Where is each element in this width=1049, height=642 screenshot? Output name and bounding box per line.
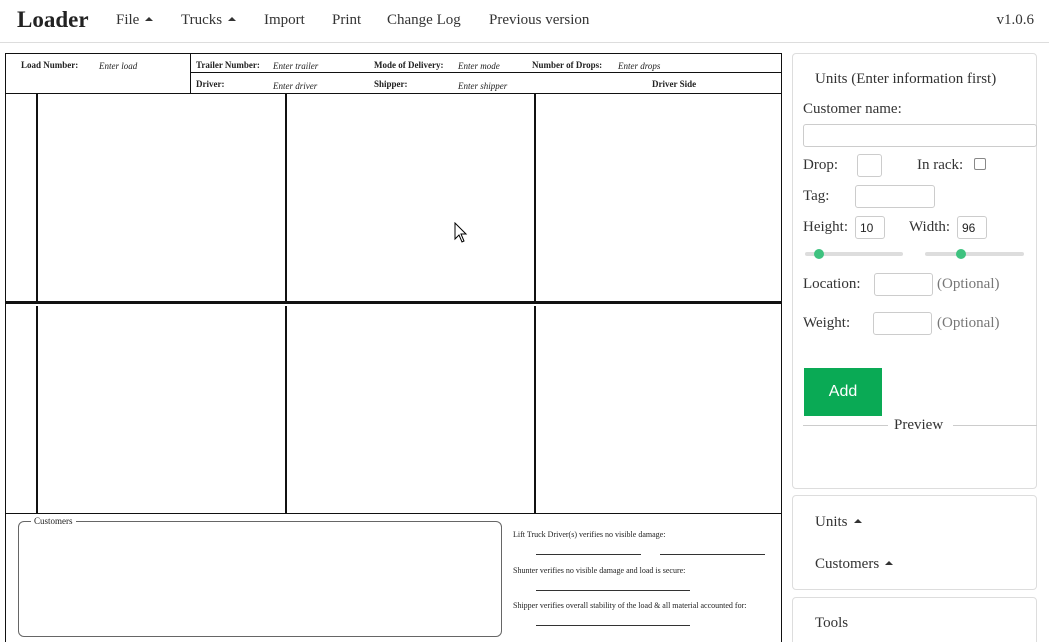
tools-collapsible-toggle[interactable]: Tools [815, 615, 848, 632]
caret-up-icon [885, 561, 894, 565]
driver-side-label: Driver Side [652, 79, 697, 89]
number-of-drops-field[interactable]: Enter drops [618, 61, 660, 71]
units-form-panel: Units (Enter information first) Customer… [792, 53, 1037, 489]
grid-divider [285, 94, 287, 301]
tag-input[interactable] [855, 185, 935, 208]
tag-label: Tag: [803, 188, 830, 204]
weight-input[interactable] [873, 312, 932, 335]
preview-divider [803, 425, 888, 426]
customers-legend: Customers [31, 516, 76, 526]
grid-divider [534, 94, 536, 301]
shunter-verification-text: Shunter verifies no visible damage and l… [513, 566, 686, 575]
driver-field[interactable]: Enter driver [273, 81, 317, 91]
mode-of-delivery-label: Mode of Delivery: [374, 60, 444, 70]
grid-divider [285, 306, 287, 513]
location-optional-hint: (Optional) [937, 276, 1000, 292]
customer-name-label: Customer name: [803, 101, 902, 117]
signature-line [660, 554, 765, 555]
location-label: Location: [803, 276, 861, 292]
app-title: Loader [17, 7, 89, 32]
load-number-field[interactable]: Enter load [99, 61, 137, 71]
width-label: Width: [909, 219, 951, 235]
trailer-number-label: Trailer Number: [196, 60, 260, 70]
in-rack-label: In rack: [917, 157, 964, 173]
trailer-grid-bottom[interactable] [6, 306, 781, 514]
signature-line [536, 554, 641, 555]
shipper-field[interactable]: Enter shipper [458, 81, 507, 91]
mouse-cursor-icon [454, 222, 468, 243]
signature-line [536, 625, 690, 626]
shipper-label: Shipper: [374, 79, 408, 89]
shipper-verification-text: Shipper verifies overall stability of th… [513, 601, 747, 610]
add-unit-button[interactable]: Add [804, 368, 882, 416]
preview-divider [953, 425, 1037, 426]
nav-trucks-label: Trucks [181, 12, 223, 28]
version-label: v1.0.6 [996, 12, 1035, 28]
header-divider [190, 72, 781, 73]
caret-up-icon [853, 519, 862, 523]
weight-label: Weight: [803, 315, 851, 331]
location-input[interactable] [874, 273, 933, 296]
signature-line [536, 590, 690, 591]
tools-panel: Tools [792, 597, 1037, 642]
nav-trucks-menu[interactable]: Trucks [181, 12, 237, 29]
width-input[interactable] [957, 216, 987, 239]
mode-of-delivery-field[interactable]: Enter mode [458, 61, 500, 71]
in-rack-checkbox[interactable] [974, 158, 986, 170]
drop-input[interactable] [857, 154, 882, 177]
nav-print-link[interactable]: Print [332, 12, 361, 29]
units-form-title: Units (Enter information first) [815, 71, 997, 87]
height-label: Height: [803, 219, 848, 235]
load-number-label: Load Number: [21, 60, 79, 70]
customers-collapsible-label: Customers [815, 556, 880, 572]
number-of-drops-label: Number of Drops: [532, 60, 603, 70]
drop-label: Drop: [803, 157, 838, 173]
height-input[interactable] [855, 216, 885, 239]
driver-label: Driver: [196, 79, 225, 89]
trailer-number-field[interactable]: Enter trailer [273, 61, 318, 71]
height-slider-thumb[interactable] [813, 249, 824, 259]
caret-up-icon [145, 17, 154, 21]
nav-file-label: File [116, 12, 140, 28]
width-slider[interactable] [925, 252, 1024, 256]
customers-collapsible-toggle[interactable]: Customers [815, 556, 894, 573]
caret-up-icon [228, 17, 237, 21]
nav-import-link[interactable]: Import [264, 12, 305, 29]
collapsibles-panel: Units Customers [792, 495, 1037, 590]
trailer-grid-top[interactable] [6, 94, 781, 304]
customer-name-input[interactable] [803, 124, 1037, 147]
units-collapsible-toggle[interactable]: Units [815, 514, 862, 531]
lift-truck-verification-text: Lift Truck Driver(s) verifies no visible… [513, 530, 666, 539]
units-collapsible-label: Units [815, 514, 848, 530]
sheet-header: Load Number: Enter load Trailer Number: … [6, 54, 781, 94]
load-sheet: Load Number: Enter load Trailer Number: … [5, 53, 782, 642]
customers-fieldset: Customers [18, 516, 502, 637]
grid-divider [36, 94, 38, 301]
width-slider-thumb[interactable] [955, 249, 966, 259]
grid-divider [36, 306, 38, 513]
preview-label: Preview [894, 417, 944, 433]
nav-file-menu[interactable]: File [116, 12, 154, 29]
nav-change-log-link[interactable]: Change Log [387, 12, 461, 29]
weight-optional-hint: (Optional) [937, 315, 1000, 331]
grid-divider [534, 306, 536, 513]
top-navbar: Loader File Trucks Import Print Change L… [0, 0, 1049, 43]
nav-previous-version-link[interactable]: Previous version [489, 12, 589, 29]
header-divider [190, 54, 191, 94]
